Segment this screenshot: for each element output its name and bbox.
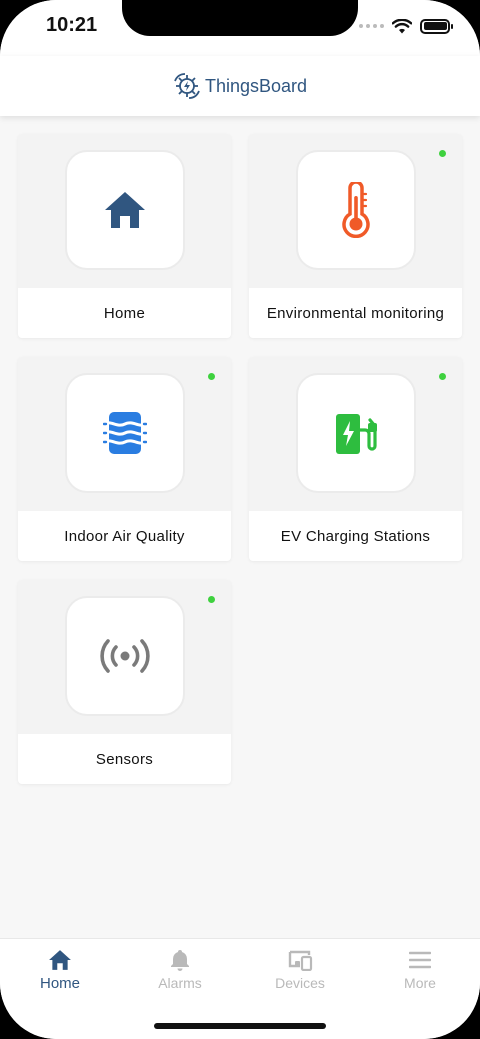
home-icon <box>105 192 145 228</box>
devices-icon <box>288 950 313 971</box>
dashboard-card-sensors[interactable]: Sensors <box>18 580 231 784</box>
home-icon <box>49 950 71 970</box>
nav-tab-more[interactable]: More <box>360 949 480 1005</box>
nav-tab-home[interactable]: Home <box>0 949 120 1005</box>
dashboard-icon-box <box>65 596 185 716</box>
sensor-icon <box>100 639 150 673</box>
status-time: 10:21 <box>46 14 98 36</box>
brand-name: ThingsBoard <box>204 75 308 96</box>
online-status-dot <box>439 373 446 380</box>
dashboard-label: Indoor Air Quality <box>18 511 231 561</box>
app-header: ThingsBoard <box>0 56 480 116</box>
dashboard-icon-box <box>296 150 416 270</box>
dashboard-label: Home <box>18 288 231 338</box>
nav-tab-label: More <box>404 975 436 991</box>
dashboard-label: Environmental monitoring <box>249 288 462 338</box>
dashboard-icon-box <box>65 150 185 270</box>
ev-charger-icon <box>336 414 377 454</box>
air-quality-icon <box>103 412 147 454</box>
nav-tab-label: Home <box>39 975 80 992</box>
online-status-dot <box>208 373 215 380</box>
signal-icon <box>359 24 384 28</box>
status-bar: 10:21 <box>0 0 480 56</box>
dashboard-label: EV Charging Stations <box>249 511 462 561</box>
dashboard-icon-box <box>296 373 416 493</box>
dashboard-icon-box <box>65 373 185 493</box>
dashboard-card-home[interactable]: Home <box>18 134 231 338</box>
nav-tab-alarms[interactable]: Alarms <box>120 949 240 1005</box>
phone-screen: 10:21 ThingsBoard Home Environmental mon… <box>0 0 480 1039</box>
wifi-icon <box>392 18 412 33</box>
nav-tab-label: Alarms <box>158 975 202 991</box>
dashboard-card-indoor-air-quality[interactable]: Indoor Air Quality <box>18 357 231 561</box>
online-status-dot <box>439 150 446 157</box>
nav-tab-devices[interactable]: Devices <box>240 949 360 1005</box>
dashboard-card-ev-charging-stations[interactable]: EV Charging Stations <box>249 357 462 561</box>
menu-icon <box>409 951 431 969</box>
thermometer-icon <box>342 182 370 238</box>
battery-icon <box>420 18 453 34</box>
nav-tab-label: Devices <box>275 975 325 991</box>
notch <box>122 0 358 36</box>
online-status-dot <box>208 596 215 603</box>
dashboard-label: Sensors <box>18 734 231 784</box>
home-indicator[interactable] <box>154 1023 326 1029</box>
bell-icon <box>171 950 189 971</box>
dashboard-card-environmental-monitoring[interactable]: Environmental monitoring <box>249 134 462 338</box>
thingsboard-logo-icon <box>174 73 200 99</box>
status-icons <box>359 16 453 36</box>
